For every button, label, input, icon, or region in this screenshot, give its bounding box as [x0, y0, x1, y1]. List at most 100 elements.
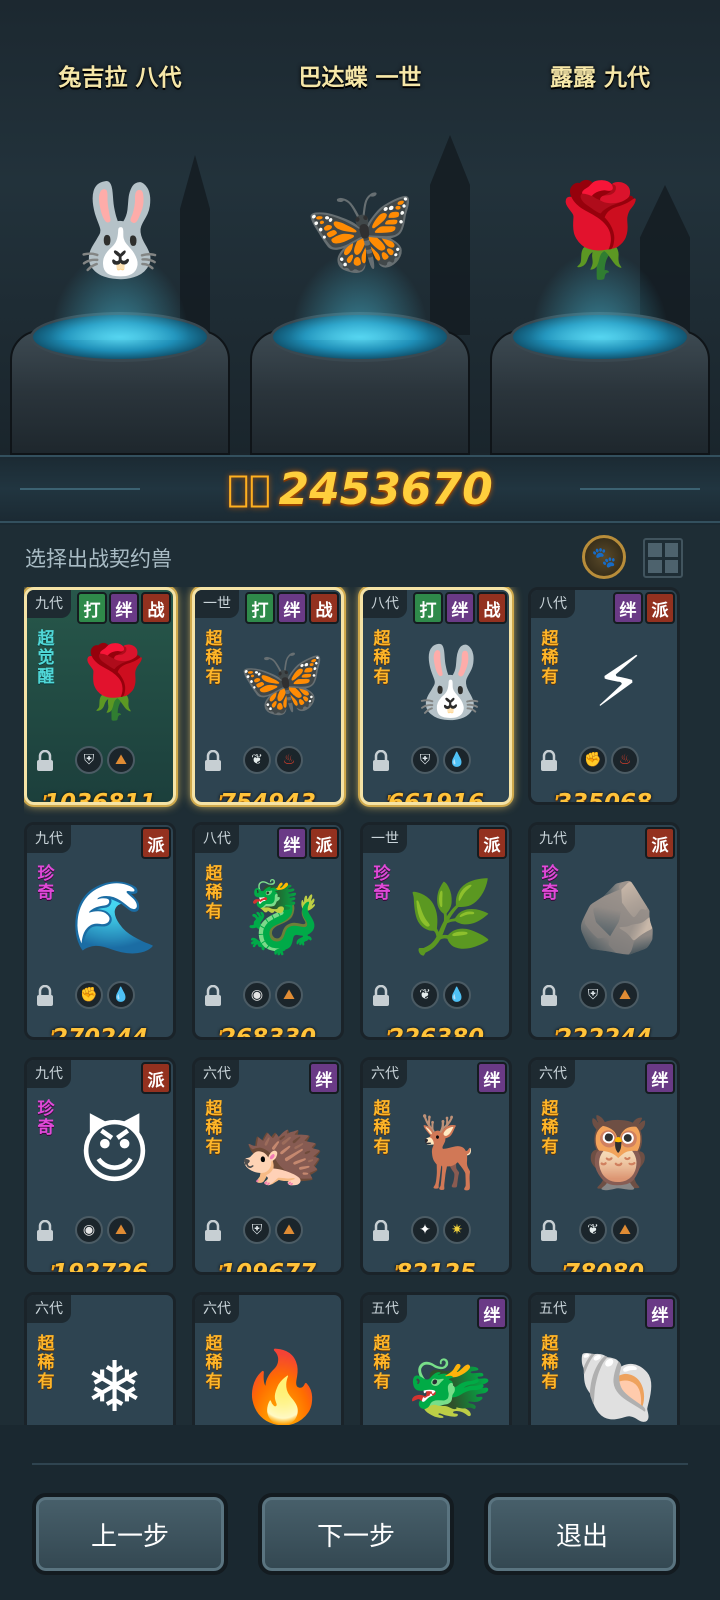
fist-attribute-icon: ✊	[75, 981, 103, 1009]
role-badge: 绊	[445, 592, 475, 624]
creature-sprite: 🐉	[238, 875, 327, 958]
hero-slot-3[interactable]: 露露 九代 🌹	[480, 0, 720, 455]
role-badge: 绊	[309, 1062, 339, 1094]
lock-icon[interactable]	[35, 984, 55, 1007]
grid-cell	[664, 543, 678, 557]
lock-icon[interactable]	[35, 749, 55, 772]
grid-cell	[648, 543, 662, 557]
generation-tag: 六代	[363, 1060, 407, 1088]
creature-power: ᡃ754943	[195, 776, 341, 802]
role-badges: 派	[645, 827, 675, 859]
banner-divider	[20, 488, 140, 490]
creature-card[interactable]: 九代 派珍奇 🌊 ✊💧ᡃ270244	[24, 822, 176, 1040]
rarity-label: 超稀有	[205, 864, 223, 922]
lock-icon[interactable]	[371, 749, 391, 772]
creature-sprite: 🌿	[406, 875, 495, 958]
creature-sprite: 🦉	[574, 1110, 663, 1193]
generation-tag: 八代	[363, 590, 407, 618]
generation-tag: 六代	[195, 1295, 239, 1323]
shield-attribute-icon: ⛨	[411, 746, 439, 774]
lock-icon[interactable]	[539, 749, 559, 772]
role-badges: 绊派	[277, 827, 339, 859]
role-badges: 打绊战	[245, 592, 339, 624]
role-badges: 打绊战	[413, 592, 507, 624]
next-step-button[interactable]: 下一步	[258, 1493, 454, 1575]
creature-sprite: ❄	[85, 1346, 144, 1425]
role-badge: 派	[141, 827, 171, 859]
power-flame-icon: ᡃ⃝	[227, 468, 271, 510]
creature-card[interactable]: 八代 绊派超稀有 🐉 ◉⛰ᡃ268330	[192, 822, 344, 1040]
creature-card[interactable]: 九代打绊战超觉醒 🌹 ⛨⛰ᡃ1036811	[24, 587, 176, 805]
water-attribute-icon: 💧	[443, 981, 471, 1009]
shield-attribute-icon: ⛨	[243, 1216, 271, 1244]
hero-slot-2[interactable]: 巴达蝶 一世 🦋	[240, 0, 480, 455]
rarity-label: 超觉醒	[37, 629, 55, 687]
total-power-banner: ᡃ⃝ 2453670	[0, 455, 720, 523]
hero-slot-1[interactable]: 兔吉拉 八代 🐰	[0, 0, 240, 455]
lock-icon[interactable]	[203, 749, 223, 772]
exit-button[interactable]: 退出	[484, 1493, 680, 1575]
rarity-label: 超稀有	[541, 1334, 559, 1392]
eye-attribute-icon: ◉	[75, 1216, 103, 1244]
rarity-label: 超稀有	[373, 1334, 391, 1392]
total-power-value: 2453670	[278, 463, 493, 515]
generation-tag: 六代	[195, 1060, 239, 1088]
role-badge: 绊	[477, 1297, 507, 1329]
creature-sprite: 🌊	[70, 875, 159, 958]
creature-card[interactable]: 八代 绊派超稀有 ⚡ ✊♨ᡃ335068	[528, 587, 680, 805]
power-value: 222244	[555, 1025, 653, 1040]
creature-card[interactable]: 五代 绊超稀有 🐚	[528, 1292, 680, 1425]
rarity-label: 超稀有	[373, 629, 391, 687]
creature-card[interactable]: 六代 绊超稀有 🦔 ⛨⛰ᡃ109677	[192, 1057, 344, 1275]
lock-icon[interactable]	[371, 984, 391, 1007]
role-badge: 打	[77, 592, 107, 624]
creature-card[interactable]: 九代 派珍奇 😈 ◉⛰ᡃ192726	[24, 1057, 176, 1275]
lock-icon[interactable]	[203, 1219, 223, 1242]
earth-attribute-icon: ⛰	[107, 1216, 135, 1244]
creature-card[interactable]: 六代 绊超稀有 🦌 ✦✷ᡃ82125	[360, 1057, 512, 1275]
role-badges: 绊	[645, 1062, 675, 1094]
role-badge: 绊	[645, 1297, 675, 1329]
creature-sprite: 🦔	[238, 1110, 327, 1193]
paw-filter-button[interactable]: 🐾	[582, 535, 626, 579]
creature-card[interactable]: 六代 超稀有 ❄	[24, 1292, 176, 1425]
creature-sprite: 🐲	[406, 1345, 495, 1426]
creature-card[interactable]: 六代 绊超稀有 🦉 ❦⛰ᡃ78080	[528, 1057, 680, 1275]
creature-power: ᡃ1036811	[27, 776, 173, 802]
role-badges: 绊	[477, 1297, 507, 1329]
lock-icon[interactable]	[539, 984, 559, 1007]
creature-power: ᡃ82125	[363, 1246, 509, 1275]
rarity-label: 超稀有	[205, 629, 223, 687]
lock-icon[interactable]	[35, 1219, 55, 1242]
creature-card[interactable]: 六代 超稀有 🔥	[192, 1292, 344, 1425]
fist-attribute-icon: ✊	[579, 746, 607, 774]
leaf-attribute-icon: ❦	[579, 1216, 607, 1244]
fire-attribute-icon: ♨	[275, 746, 303, 774]
power-value: 109677	[219, 1260, 317, 1275]
prev-step-button[interactable]: 上一步	[32, 1493, 228, 1575]
rarity-label: 超稀有	[205, 1334, 223, 1392]
creature-card[interactable]: 五代 绊超稀有 🐲	[360, 1292, 512, 1425]
lock-icon[interactable]	[539, 1219, 559, 1242]
creature-sprite: 😈	[78, 1111, 151, 1193]
creature-sprite: 🐚	[574, 1345, 663, 1426]
creature-card[interactable]: 九代 派珍奇 🪨 ⛨⛰ᡃ222244	[528, 822, 680, 1040]
lock-icon[interactable]	[203, 984, 223, 1007]
rarity-label: 珍奇	[37, 864, 55, 903]
role-badge: 派	[645, 827, 675, 859]
earth-attribute-icon: ⛰	[107, 746, 135, 774]
creature-card[interactable]: 一世打绊战超稀有 🦋 ❦♨ᡃ754943	[192, 587, 344, 805]
power-value: 82125	[395, 1260, 477, 1275]
creature-power: ᡃ192726	[27, 1246, 173, 1272]
creature-card[interactable]: 一世 派珍奇 🌿 ❦💧ᡃ226380	[360, 822, 512, 1040]
creature-sprite: 🌹	[70, 640, 159, 723]
rarity-label: 珍奇	[541, 864, 559, 903]
hero-stage: 兔吉拉 八代 🐰 巴达蝶 一世 🦋 露露 九代 🌹	[0, 0, 720, 455]
grid-view-button[interactable]	[643, 538, 683, 578]
role-badge: 绊	[645, 1062, 675, 1094]
generation-tag: 九代	[531, 825, 575, 853]
star-attribute-icon: ✦	[411, 1216, 439, 1244]
creature-card[interactable]: 八代打绊战超稀有 🐰 ⛨💧ᡃ661916	[360, 587, 512, 805]
lock-icon[interactable]	[371, 1219, 391, 1242]
generation-tag: 六代	[531, 1060, 575, 1088]
